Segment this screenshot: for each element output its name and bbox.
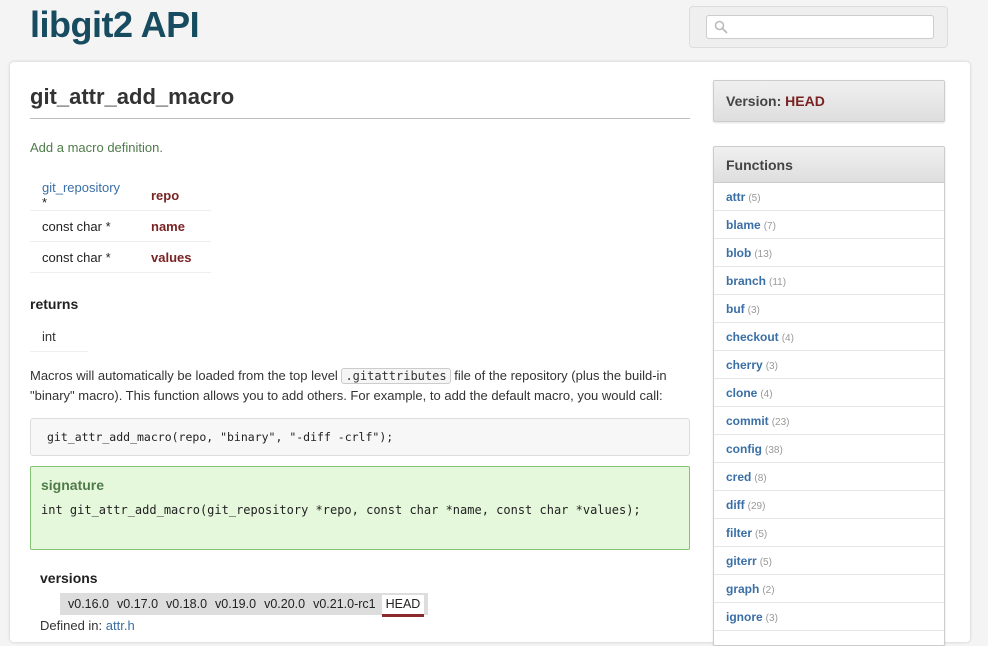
function-item-buf[interactable]: buf (3) (714, 295, 944, 323)
function-count: (2) (762, 585, 775, 596)
function-link[interactable]: branch (726, 274, 766, 288)
versions-bar: v0.16.0 v0.17.0 v0.18.0 v0.19.0 v0.20.0 … (60, 593, 429, 617)
defined-in-label: Defined in: (40, 618, 103, 633)
function-count: (11) (769, 277, 787, 288)
function-link[interactable]: cred (726, 470, 751, 484)
function-link[interactable]: filter (726, 526, 752, 540)
function-item-giterr[interactable]: giterr (5) (714, 547, 944, 575)
function-item-cherry[interactable]: cherry (3) (714, 351, 944, 379)
defined-in: Defined in: attr.h (40, 618, 135, 633)
function-count: (5) (755, 529, 768, 540)
version-value: HEAD (785, 93, 825, 109)
function-count: (8) (754, 473, 767, 484)
function-item-clone[interactable]: clone (4) (714, 379, 944, 407)
defined-in-link[interactable]: attr.h (106, 618, 135, 633)
param-name: name (139, 210, 211, 242)
function-item-commit[interactable]: commit (23) (714, 407, 944, 435)
function-link[interactable]: attr (726, 190, 745, 204)
function-link[interactable]: buf (726, 302, 745, 316)
function-count: (3) (747, 305, 760, 316)
page-title: git_attr_add_macro (30, 84, 690, 119)
function-item-blame[interactable]: blame (7) (714, 211, 944, 239)
search-input[interactable] (706, 15, 934, 39)
function-summary: Add a macro definition. (30, 140, 163, 155)
description-text: Macros will automatically be loaded from… (30, 368, 342, 383)
function-item-checkout[interactable]: checkout (4) (714, 323, 944, 351)
param-name: repo (139, 180, 211, 211)
param-row: const char * values (30, 241, 211, 273)
signature-code: int git_attr_add_macro(git_repository *r… (41, 503, 641, 517)
version-link[interactable]: v0.21.0-rc1 (309, 597, 380, 611)
returns-type: int (30, 322, 88, 352)
function-link[interactable]: graph (726, 582, 759, 596)
function-item-cred[interactable]: cred (8) (714, 463, 944, 491)
version-link[interactable]: v0.17.0 (113, 597, 162, 611)
function-link[interactable]: diff (726, 498, 745, 512)
inline-code: .gitattributes (341, 368, 451, 384)
param-type-suffix: * (42, 195, 48, 210)
function-count: (5) (759, 557, 772, 568)
function-link[interactable]: ignore (726, 610, 763, 624)
version-label: Version: (726, 93, 782, 109)
content-panel: git_attr_add_macro Add a macro definitio… (10, 62, 970, 646)
signature-heading: signature (41, 477, 105, 493)
function-item-diff[interactable]: diff (29) (714, 491, 944, 519)
function-item-graph[interactable]: graph (2) (714, 575, 944, 603)
functions-list: attr (5) blame (7) blob (13) branch (11) buf (3) c… (714, 183, 944, 631)
function-link[interactable]: config (726, 442, 762, 456)
param-type: const char * (30, 241, 139, 273)
function-count: (4) (781, 333, 794, 344)
function-count: (5) (748, 193, 761, 204)
function-link[interactable]: cherry (726, 358, 763, 372)
functions-panel: Functions attr (5) blame (7) blob (13) branch(… (713, 146, 945, 646)
function-count: (38) (765, 445, 783, 456)
param-type: git_repository * (30, 180, 139, 211)
version-link[interactable]: v0.19.0 (211, 597, 260, 611)
function-count: (3) (765, 613, 778, 624)
code-example: git_attr_add_macro(repo, "binary", "-dif… (30, 418, 690, 456)
function-count: (3) (765, 361, 778, 372)
version-box[interactable]: Version: HEAD (713, 80, 945, 122)
params-table: git_repository * repo const char * name … (30, 180, 211, 273)
version-link[interactable]: v0.20.0 (260, 597, 309, 611)
signature-box: signature int git_attr_add_macro(git_rep… (30, 466, 690, 550)
function-item-blob[interactable]: blob (13) (714, 239, 944, 267)
param-type-link[interactable]: git_repository (42, 180, 120, 195)
version-link[interactable]: v0.18.0 (162, 597, 211, 611)
function-item-filter[interactable]: filter (5) (714, 519, 944, 547)
function-link[interactable]: clone (726, 386, 757, 400)
site-title[interactable]: libgit2 API (30, 4, 200, 46)
function-item-ignore[interactable]: ignore (3) (714, 603, 944, 631)
function-link[interactable]: commit (726, 414, 769, 428)
param-type: const char * (30, 210, 139, 242)
function-link[interactable]: blob (726, 246, 751, 260)
version-link[interactable]: v0.16.0 (64, 597, 113, 611)
param-row: const char * name (30, 210, 211, 242)
function-item-attr[interactable]: attr (5) (714, 183, 944, 211)
returns-heading: returns (30, 296, 79, 312)
function-count: (29) (747, 501, 766, 512)
search-box (689, 6, 948, 48)
function-link[interactable]: checkout (726, 330, 779, 344)
function-link[interactable]: giterr (726, 554, 757, 568)
function-count: (13) (754, 249, 773, 260)
function-count: (4) (760, 389, 773, 400)
param-name: values (139, 241, 211, 273)
function-count: (7) (763, 221, 776, 232)
function-count: (23) (771, 417, 790, 428)
versions-heading: versions (40, 570, 98, 586)
search-icon (714, 20, 728, 34)
description: Macros will automatically be loaded from… (30, 366, 690, 405)
function-item-branch[interactable]: branch (11) (714, 267, 944, 295)
param-row: git_repository * repo (30, 180, 211, 211)
version-link-current[interactable]: HEAD (381, 594, 425, 617)
function-link[interactable]: blame (726, 218, 761, 232)
function-item-config[interactable]: config (38) (714, 435, 944, 463)
functions-title: Functions (714, 147, 944, 183)
